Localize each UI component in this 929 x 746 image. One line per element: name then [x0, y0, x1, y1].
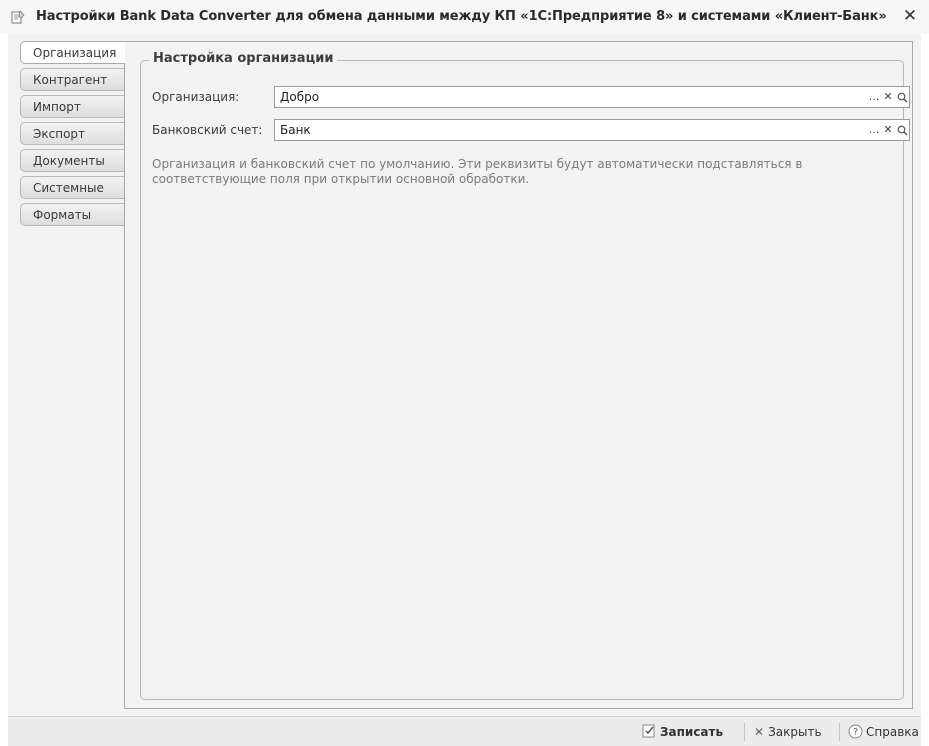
tab-system[interactable]: Системные — [20, 176, 124, 199]
save-label: Записать — [660, 725, 724, 739]
search-icon[interactable] — [895, 87, 909, 107]
separator — [839, 723, 840, 741]
select-button[interactable]: ... — [867, 120, 881, 140]
save-button[interactable]: Записать — [642, 721, 723, 743]
tab-formats[interactable]: Форматы — [20, 203, 124, 226]
organization-field[interactable]: Добро ... ✕ — [274, 86, 910, 108]
tab-organization[interactable]: Организация — [20, 41, 125, 64]
tab-documents[interactable]: Документы — [20, 149, 124, 172]
bank-account-field[interactable]: Банк ... ✕ — [274, 119, 910, 141]
tab-counterparty[interactable]: Контрагент — [20, 68, 124, 91]
help-icon: ? — [848, 724, 863, 739]
command-bar: Записать ✕ Закрыть ? Справка — [8, 716, 921, 746]
close-window-button[interactable]: ✕ — [899, 5, 921, 27]
clear-icon[interactable]: ✕ — [881, 120, 895, 140]
tab-import[interactable]: Импорт — [20, 95, 124, 118]
bank-account-label: Банковский счет: — [152, 123, 263, 137]
select-button[interactable]: ... — [867, 87, 881, 107]
tab-export[interactable]: Экспорт — [20, 122, 124, 145]
close-button[interactable]: ✕ Закрыть — [754, 721, 822, 743]
organization-settings-group: Настройка организации Организация: Добро… — [140, 51, 910, 700]
close-label: Закрыть — [768, 725, 822, 739]
organization-label: Организация: — [152, 90, 240, 104]
organization-field-buttons: ... ✕ — [867, 87, 909, 107]
svg-text:?: ? — [853, 727, 858, 738]
help-label: Справка — [866, 725, 919, 739]
window-body: Организация Контрагент Импорт Экспорт До… — [8, 34, 921, 716]
bank-account-field-buttons: ... ✕ — [867, 120, 909, 140]
tab-content-panel: Настройка организации Организация: Добро… — [124, 41, 913, 709]
search-icon[interactable] — [895, 120, 909, 140]
help-button[interactable]: ? Справка — [848, 721, 919, 743]
bank-account-value: Банк — [280, 123, 311, 137]
clear-icon[interactable]: ✕ — [881, 87, 895, 107]
form-settings-icon — [11, 10, 25, 24]
save-icon — [642, 724, 655, 738]
close-icon: ✕ — [754, 725, 765, 739]
window-title: Настройки Bank Data Converter для обмена… — [36, 9, 887, 24]
separator — [744, 723, 745, 741]
organization-value: Добро — [280, 90, 320, 104]
title-bar: Настройки Bank Data Converter для обмена… — [0, 0, 929, 34]
hint-text: Организация и банковский счет по умолчан… — [152, 157, 803, 186]
tab-list: Организация Контрагент Импорт Экспорт До… — [20, 41, 125, 230]
group-title: Настройка организации — [149, 51, 338, 66]
